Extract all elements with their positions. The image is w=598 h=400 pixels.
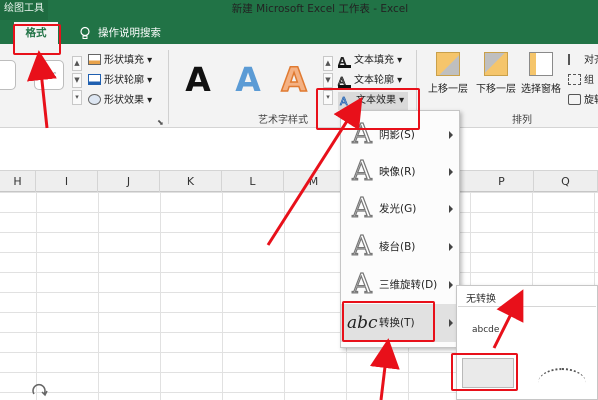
- arrow-to-transform: [369, 338, 400, 400]
- annotation-arrows: [26, 50, 524, 400]
- arrow-to-text-effects: [266, 96, 363, 246]
- arrow-to-format-tab: [26, 50, 57, 129]
- arrow-to-transform-option: [492, 289, 524, 349]
